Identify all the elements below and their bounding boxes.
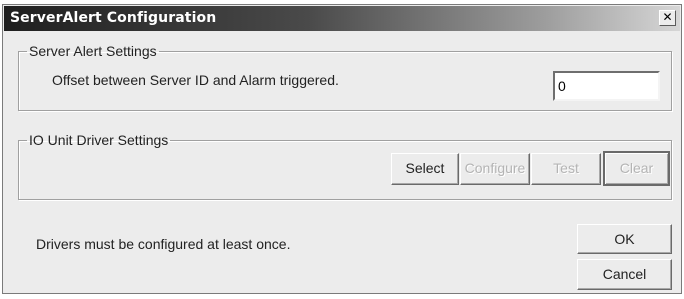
drivers-hint-text: Drivers must be configured at least once… xyxy=(36,236,291,252)
serveralert-config-dialog: ServerAlert Configuration ✕ Server Alert… xyxy=(2,4,682,294)
offset-input[interactable] xyxy=(553,71,660,101)
close-icon[interactable]: ✕ xyxy=(659,10,676,26)
offset-label: Offset between Server ID and Alarm trigg… xyxy=(52,72,339,88)
configure-button[interactable]: Configure xyxy=(460,153,530,185)
select-button[interactable]: Select xyxy=(391,153,459,185)
io-unit-driver-settings-legend: IO Unit Driver Settings xyxy=(29,132,169,148)
title-bar[interactable]: ServerAlert Configuration ✕ xyxy=(4,6,680,31)
ok-button[interactable]: OK xyxy=(577,224,672,254)
cancel-button[interactable]: Cancel xyxy=(577,259,672,290)
test-button[interactable]: Test xyxy=(531,153,601,185)
clear-button[interactable]: Clear xyxy=(603,151,670,186)
window-title: ServerAlert Configuration xyxy=(10,10,217,26)
server-alert-settings-legend: Server Alert Settings xyxy=(29,43,157,59)
